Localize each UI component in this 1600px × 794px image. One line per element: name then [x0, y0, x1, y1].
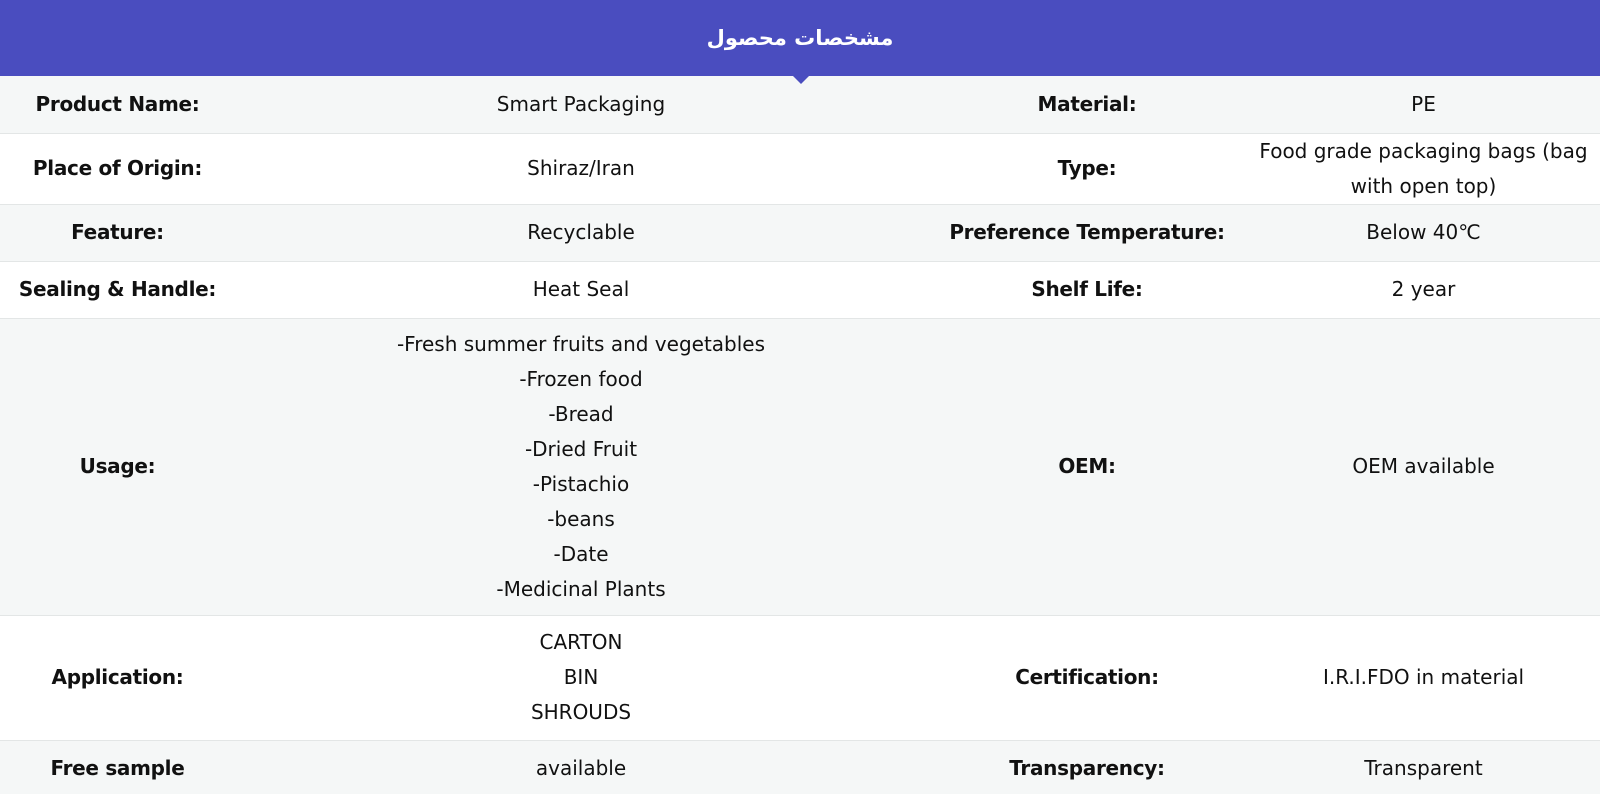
row-label: Preference Temperature:	[949, 220, 1225, 244]
row-label: Type:	[1057, 156, 1117, 180]
list-item: -Medicinal Plants	[496, 576, 666, 601]
specs-title: مشخصات محصول	[706, 26, 894, 50]
list-item: -Bread	[548, 401, 614, 426]
row-value: available	[535, 756, 627, 780]
row-label: Place of Origin:	[32, 156, 203, 180]
row-label: Sealing & Handle:	[18, 277, 217, 301]
row-label: Free sample	[50, 756, 185, 780]
usage-list: -Fresh summer fruits and vegetables -Fro…	[235, 318, 927, 615]
list-item: -Dried Fruit	[524, 436, 638, 461]
list-item: BIN	[563, 665, 599, 689]
list-item: CARTON	[539, 630, 623, 654]
list-item: -Frozen food	[519, 366, 643, 391]
list-item: -Pistachio	[532, 471, 630, 496]
row-value: Heat Seal	[532, 277, 630, 301]
row-value: Smart Packaging	[496, 91, 666, 116]
row-label: Transparency:	[1009, 756, 1165, 780]
row-value: OEM available	[1352, 454, 1495, 478]
table-row: Place of Origin: Shiraz/Iran Type: Food …	[0, 133, 1600, 204]
row-label: Usage:	[79, 454, 156, 478]
list-item: -beans	[547, 506, 615, 531]
table-row: Usage: -Fresh summer fruits and vegetabl…	[0, 318, 1600, 615]
specs-table: Product Name: Smart Packaging Material: …	[0, 76, 1600, 794]
row-value: 2 year	[1391, 277, 1456, 301]
row-label: OEM:	[1058, 454, 1116, 478]
row-value: Food grade packaging bags (bag with open…	[1259, 138, 1588, 198]
list-item: SHROUDS	[530, 700, 632, 724]
row-value: PE	[1411, 91, 1436, 116]
table-row: Application: CARTON BIN SHROUDS Certific…	[0, 615, 1600, 740]
row-label: Feature:	[71, 220, 164, 244]
specs-header: مشخصات محصول	[0, 0, 1600, 84]
row-label: Application:	[51, 665, 184, 689]
row-label: Material:	[1037, 91, 1137, 116]
table-row: Product Name: Smart Packaging Material: …	[0, 76, 1600, 133]
row-label: Shelf Life:	[1031, 277, 1143, 301]
list-item: -Fresh summer fruits and vegetables	[396, 331, 766, 356]
table-row: Feature: Recyclable Preference Temperatu…	[0, 204, 1600, 261]
row-value: Transparent	[1364, 756, 1483, 780]
row-label: Product Name:	[35, 91, 200, 116]
row-value: Recyclable	[527, 220, 635, 244]
caret-down-icon	[793, 76, 809, 84]
row-value: Below 40℃	[1366, 220, 1481, 244]
list-item: -Date	[553, 541, 609, 566]
table-row: Free sample available Transparency: Tran…	[0, 740, 1600, 794]
table-row: Sealing & Handle: Heat Seal Shelf Life: …	[0, 261, 1600, 318]
row-label: Certification:	[1015, 665, 1159, 689]
row-value: Shiraz/Iran	[527, 156, 635, 180]
row-value: I.R.I.FDO in material	[1322, 665, 1525, 689]
application-list: CARTON BIN SHROUDS	[235, 615, 927, 740]
